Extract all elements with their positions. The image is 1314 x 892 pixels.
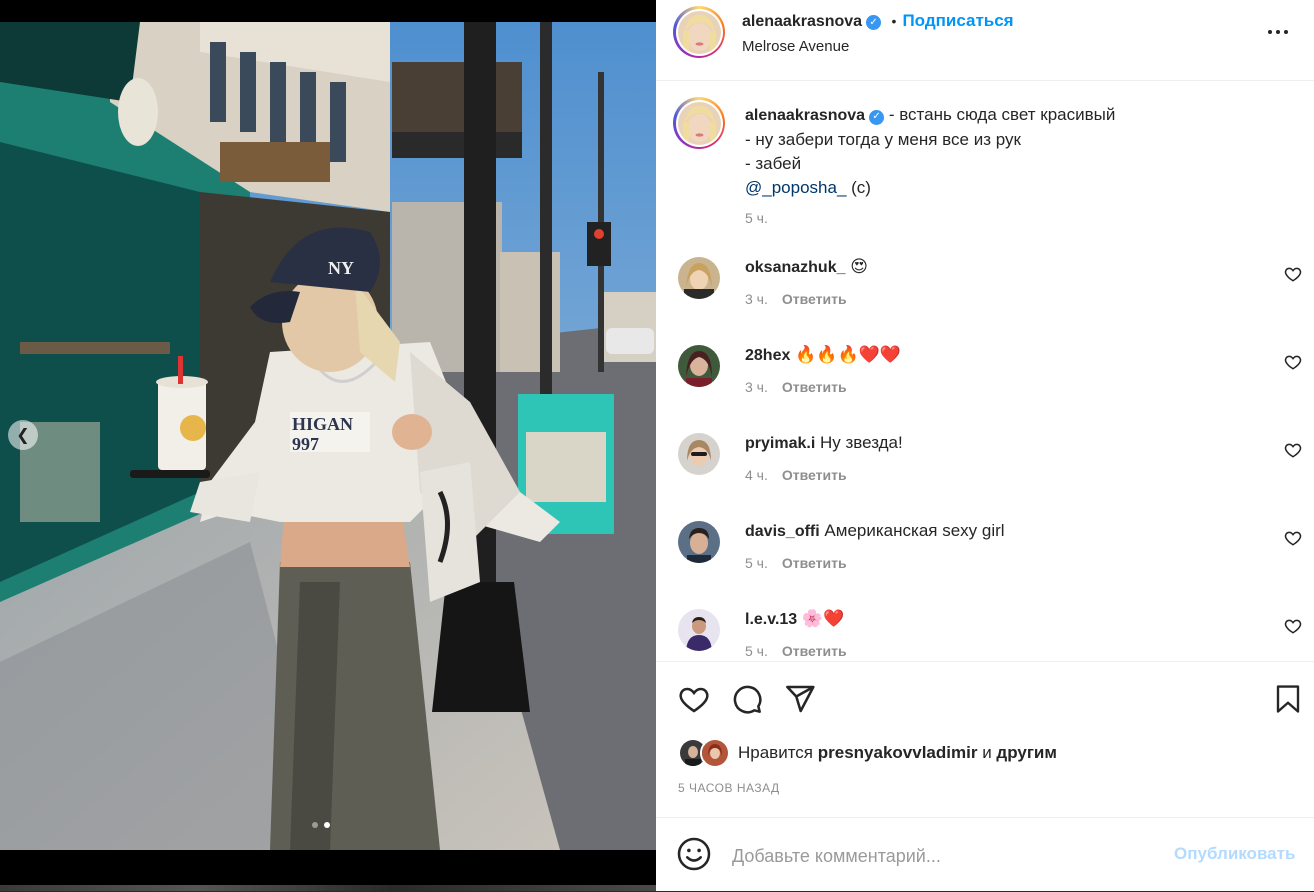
comment-time: 4 ч. (745, 467, 768, 483)
comment-row: oksanazhuk_ 😍 3 ч. Ответить (656, 257, 1314, 345)
comment-time: 5 ч. (745, 643, 768, 659)
commenter-avatar[interactable] (678, 257, 720, 299)
likes-summary: Нравится presnyakovvladimir и другим (678, 738, 1057, 768)
post-caption: alenaakrasnova ✓ - встань сюда свет краси… (745, 103, 1265, 230)
reply-button[interactable]: Ответить (782, 467, 847, 483)
author-avatar[interactable] (673, 6, 725, 58)
post-modal: HIGAN 997 NY ❮ alenaakrasnova ✓ • Подпис… (0, 0, 1314, 891)
likes-others-link[interactable]: другим (996, 743, 1057, 762)
liker-avatar[interactable] (700, 738, 730, 768)
comment-username[interactable]: 28hex (745, 347, 790, 364)
reply-button[interactable]: Ответить (782, 643, 847, 659)
likes-user-link[interactable]: presnyakovvladimir (818, 743, 978, 762)
follow-button[interactable]: Подписаться (902, 11, 1013, 30)
chevron-left-icon: ❮ (16, 427, 30, 444)
carousel-dot-active (324, 822, 330, 828)
like-comment-heart-icon[interactable] (1284, 353, 1302, 371)
comment-row: davis_offi Американская sexy girl 5 ч. От… (656, 521, 1314, 609)
emoji-smiley-icon[interactable] (676, 836, 712, 872)
comment-row: 28hex 🔥🔥🔥❤️❤️ 3 ч. Ответить (656, 345, 1314, 433)
commenter-avatar[interactable] (678, 609, 720, 651)
caption-line-1: - встань сюда свет красивый (888, 105, 1116, 124)
reply-button[interactable]: Ответить (782, 555, 847, 571)
more-options-icon[interactable] (1260, 18, 1296, 46)
comment-text: 🔥🔥🔥❤️❤️ (795, 345, 901, 364)
caption-avatar[interactable] (673, 97, 725, 149)
post-panel: alenaakrasnova ✓ • Подписаться Melrose Ave… (656, 0, 1314, 891)
share-paper-plane-icon[interactable] (783, 682, 817, 716)
reply-button[interactable]: Ответить (782, 379, 847, 395)
like-comment-heart-icon[interactable] (1284, 529, 1302, 547)
like-comment-heart-icon[interactable] (1284, 617, 1302, 635)
comment-row: l.e.v.13 🌸❤️ 5 ч. Ответить (656, 609, 1314, 661)
commenter-avatar[interactable] (678, 345, 720, 387)
media-pane: HIGAN 997 NY ❮ (0, 0, 656, 891)
comment-row: pryimak.i Ну звезда! 4 ч. Ответить (656, 433, 1314, 521)
like-heart-icon[interactable] (677, 682, 711, 716)
carousel-dots (312, 822, 330, 828)
comment-text: 😍 (850, 257, 868, 276)
commenter-avatar[interactable] (678, 433, 720, 475)
post-time-ago[interactable]: 5 ЧАСОВ НАЗАД (678, 781, 780, 795)
comment-username[interactable]: l.e.v.13 (745, 611, 797, 628)
comment-text: 🌸❤️ (801, 609, 845, 628)
verified-badge-icon: ✓ (866, 15, 882, 30)
caption-line-2: - ну забери тогда у меня все из рук (745, 130, 1021, 149)
post-header: alenaakrasnova ✓ • Подписаться Melrose Ave… (656, 0, 1314, 81)
caption-time: 5 ч. (745, 210, 768, 226)
post-photo[interactable]: HIGAN 997 NY (0, 22, 656, 850)
svg-text:NY: NY (328, 258, 354, 278)
svg-text:HIGAN: HIGAN (292, 414, 353, 434)
comment-username[interactable]: davis_offi (745, 523, 820, 540)
caption-username[interactable]: alenaakrasnova (745, 107, 865, 124)
comments-list[interactable]: alenaakrasnova ✓ - встань сюда свет краси… (656, 81, 1314, 661)
publish-button[interactable]: Опубликовать (1174, 844, 1295, 864)
post-actions: Нравится presnyakovvladimir и другим 5 Ч… (656, 661, 1314, 818)
comment-bubble-icon[interactable] (730, 682, 764, 716)
author-username[interactable]: alenaakrasnova (742, 13, 862, 30)
post-location[interactable]: Melrose Avenue (742, 38, 849, 55)
media-bottom-strip (0, 850, 656, 891)
likes-prefix: Нравится (738, 743, 814, 762)
header-separator: • (891, 13, 897, 29)
reply-button[interactable]: Ответить (782, 291, 847, 307)
caption-suffix: (c) (846, 178, 871, 197)
comment-time: 3 ч. (745, 379, 768, 395)
svg-text:997: 997 (292, 434, 319, 454)
comment-username[interactable]: oksanazhuk_ (745, 259, 845, 276)
caption-line-3: - забей (745, 154, 802, 173)
carousel-prev-button[interactable]: ❮ (8, 420, 38, 450)
comment-username[interactable]: pryimak.i (745, 435, 815, 452)
caption-mention-link[interactable]: @_poposha_ (745, 178, 846, 197)
add-comment-bar: Опубликовать (656, 817, 1314, 892)
carousel-dot (312, 822, 318, 828)
like-comment-heart-icon[interactable] (1284, 265, 1302, 283)
like-comment-heart-icon[interactable] (1284, 441, 1302, 459)
comment-text: Американская sexy girl (824, 521, 1005, 540)
commenter-avatar[interactable] (678, 521, 720, 563)
comment-text: Ну звезда! (820, 433, 903, 452)
save-bookmark-icon[interactable] (1271, 682, 1305, 716)
comment-time: 3 ч. (745, 291, 768, 307)
comment-time: 5 ч. (745, 555, 768, 571)
likes-middle: и (982, 743, 992, 762)
verified-badge-icon: ✓ (869, 109, 885, 125)
comment-input[interactable] (730, 840, 1154, 872)
